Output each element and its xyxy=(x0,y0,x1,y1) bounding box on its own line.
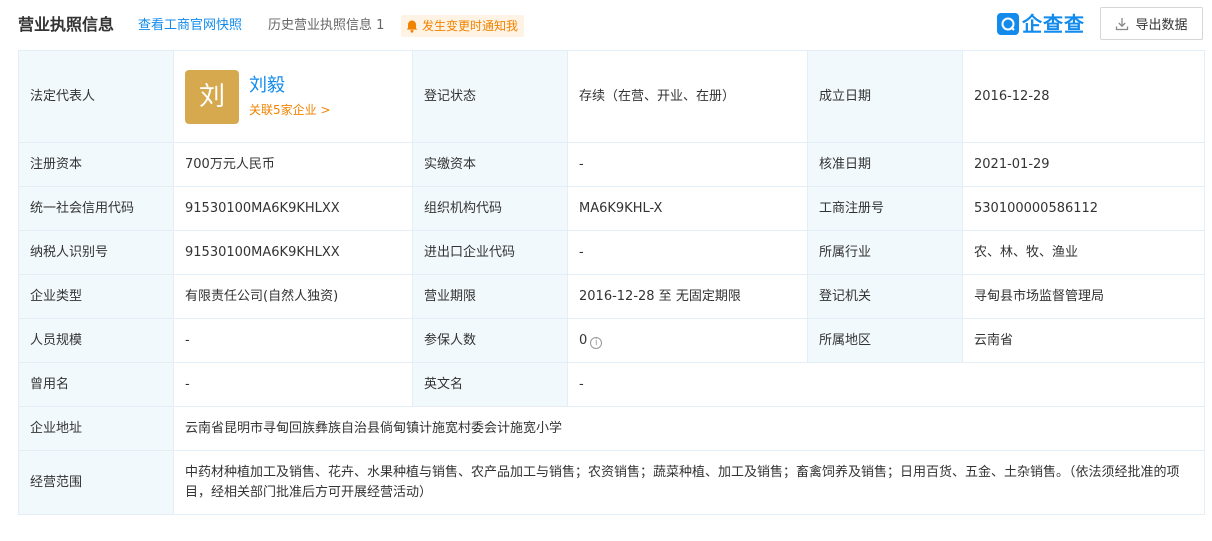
table-row: 统一社会信用代码 91530100MA6K9KHLXX 组织机构代码 MA6K9… xyxy=(18,186,1205,231)
english-name-value: - xyxy=(567,362,1205,407)
ie-code-label: 进出口企业代码 xyxy=(412,230,568,275)
legal-rep-label: 法定代表人 xyxy=(18,50,174,143)
insured-value: 0 xyxy=(579,332,588,348)
reg-no-label: 工商注册号 xyxy=(807,186,963,231)
region-label: 所属地区 xyxy=(807,318,963,363)
staff-size-label: 人员规模 xyxy=(18,318,174,363)
found-date-label: 成立日期 xyxy=(807,50,963,143)
table-row: 注册资本 700万元人民币 实缴资本 - 核准日期 2021-01-29 xyxy=(18,142,1205,187)
biz-scope-value: 中药材种植加工及销售、花卉、水果种植与销售、农产品加工与销售；农资销售；蔬菜种植… xyxy=(173,450,1205,515)
table-row: 人员规模 - 参保人数 0i 所属地区 云南省 xyxy=(18,318,1205,363)
biz-term-label: 营业期限 xyxy=(412,274,568,319)
section-title: 营业执照信息 xyxy=(18,15,115,34)
org-code-value: MA6K9KHL-X xyxy=(567,186,808,231)
insured-cell: 0i xyxy=(567,318,808,363)
license-info-table: 法定代表人 刘 刘毅 关联5家企业 > 登记状态 存续（在营、开业、在册） 成立… xyxy=(18,50,1205,515)
credit-code-value: 91530100MA6K9KHLXX xyxy=(173,186,413,231)
info-icon[interactable]: i xyxy=(590,336,603,349)
former-name-value: - xyxy=(173,362,413,407)
credit-code-label: 统一社会信用代码 xyxy=(18,186,174,231)
table-row: 纳税人识别号 91530100MA6K9KHLXX 进出口企业代码 - 所属行业… xyxy=(18,230,1205,275)
industry-label: 所属行业 xyxy=(807,230,963,275)
export-label: 导出数据 xyxy=(1135,18,1188,33)
reg-authority-label: 登记机关 xyxy=(807,274,963,319)
company-type-value: 有限责任公司(自然人独资) xyxy=(173,274,413,319)
taxpayer-id-label: 纳税人识别号 xyxy=(18,230,174,275)
legal-rep-cell: 刘 刘毅 关联5家企业 > xyxy=(173,50,413,143)
table-row: 曾用名 - 英文名 - xyxy=(18,362,1205,407)
english-name-label: 英文名 xyxy=(412,362,568,407)
download-icon xyxy=(1115,17,1129,31)
paid-capital-value: - xyxy=(567,142,808,187)
brand-name: 企查查 xyxy=(1022,12,1085,36)
reg-status-value: 存续（在营、开业、在册） xyxy=(567,50,808,143)
reg-capital-label: 注册资本 xyxy=(18,142,174,187)
approve-date-label: 核准日期 xyxy=(807,142,963,187)
export-data-button[interactable]: 导出数据 xyxy=(1100,7,1203,40)
found-date-value: 2016-12-28 xyxy=(962,50,1205,143)
org-code-label: 组织机构代码 xyxy=(412,186,568,231)
table-row: 法定代表人 刘 刘毅 关联5家企业 > 登记状态 存续（在营、开业、在册） 成立… xyxy=(18,50,1205,143)
approve-date-value: 2021-01-29 xyxy=(962,142,1205,187)
biz-term-value: 2016-12-28 至 无固定期限 xyxy=(567,274,808,319)
legal-rep-name-link[interactable]: 刘毅 xyxy=(249,74,331,98)
history-license-link[interactable]: 历史营业执照信息 1 xyxy=(268,17,384,35)
section-header: 营业执照信息 查看工商官网快照 历史营业执照信息 1 发生变更时通知我 企查查 … xyxy=(0,0,1212,50)
table-row: 企业类型 有限责任公司(自然人独资) 营业期限 2016-12-28 至 无固定… xyxy=(18,274,1205,319)
former-name-label: 曾用名 xyxy=(18,362,174,407)
insured-label: 参保人数 xyxy=(412,318,568,363)
reg-status-label: 登记状态 xyxy=(412,50,568,143)
avatar[interactable]: 刘 xyxy=(185,69,239,124)
ie-code-value: - xyxy=(567,230,808,275)
notify-label: 发生变更时通知我 xyxy=(422,19,519,33)
industry-value: 农、林、牧、渔业 xyxy=(962,230,1205,275)
related-companies-link[interactable]: 关联5家企业 > xyxy=(249,101,331,119)
table-row: 企业地址 云南省昆明市寻甸回族彝族自治县倘甸镇计施宽村委会计施宽小学 xyxy=(18,406,1205,451)
notify-on-change-button[interactable]: 发生变更时通知我 xyxy=(401,15,525,37)
taxpayer-id-value: 91530100MA6K9KHLXX xyxy=(173,230,413,275)
staff-size-value: - xyxy=(173,318,413,363)
region-value: 云南省 xyxy=(962,318,1205,363)
brand-logo: 企查查 xyxy=(997,8,1085,40)
table-row: 经营范围 中药材种植加工及销售、花卉、水果种植与销售、农产品加工与销售；农资销售… xyxy=(18,450,1205,515)
view-snapshot-link[interactable]: 查看工商官网快照 xyxy=(138,17,242,35)
biz-scope-label: 经营范围 xyxy=(18,450,174,515)
qcc-logo-icon xyxy=(997,13,1019,35)
address-label: 企业地址 xyxy=(18,406,174,451)
reg-no-value: 530100000586112 xyxy=(962,186,1205,231)
bell-icon xyxy=(405,19,419,33)
address-value: 云南省昆明市寻甸回族彝族自治县倘甸镇计施宽村委会计施宽小学 xyxy=(173,406,1205,451)
company-type-label: 企业类型 xyxy=(18,274,174,319)
paid-capital-label: 实缴资本 xyxy=(412,142,568,187)
reg-capital-value: 700万元人民币 xyxy=(173,142,413,187)
reg-authority-value: 寻甸县市场监督管理局 xyxy=(962,274,1205,319)
